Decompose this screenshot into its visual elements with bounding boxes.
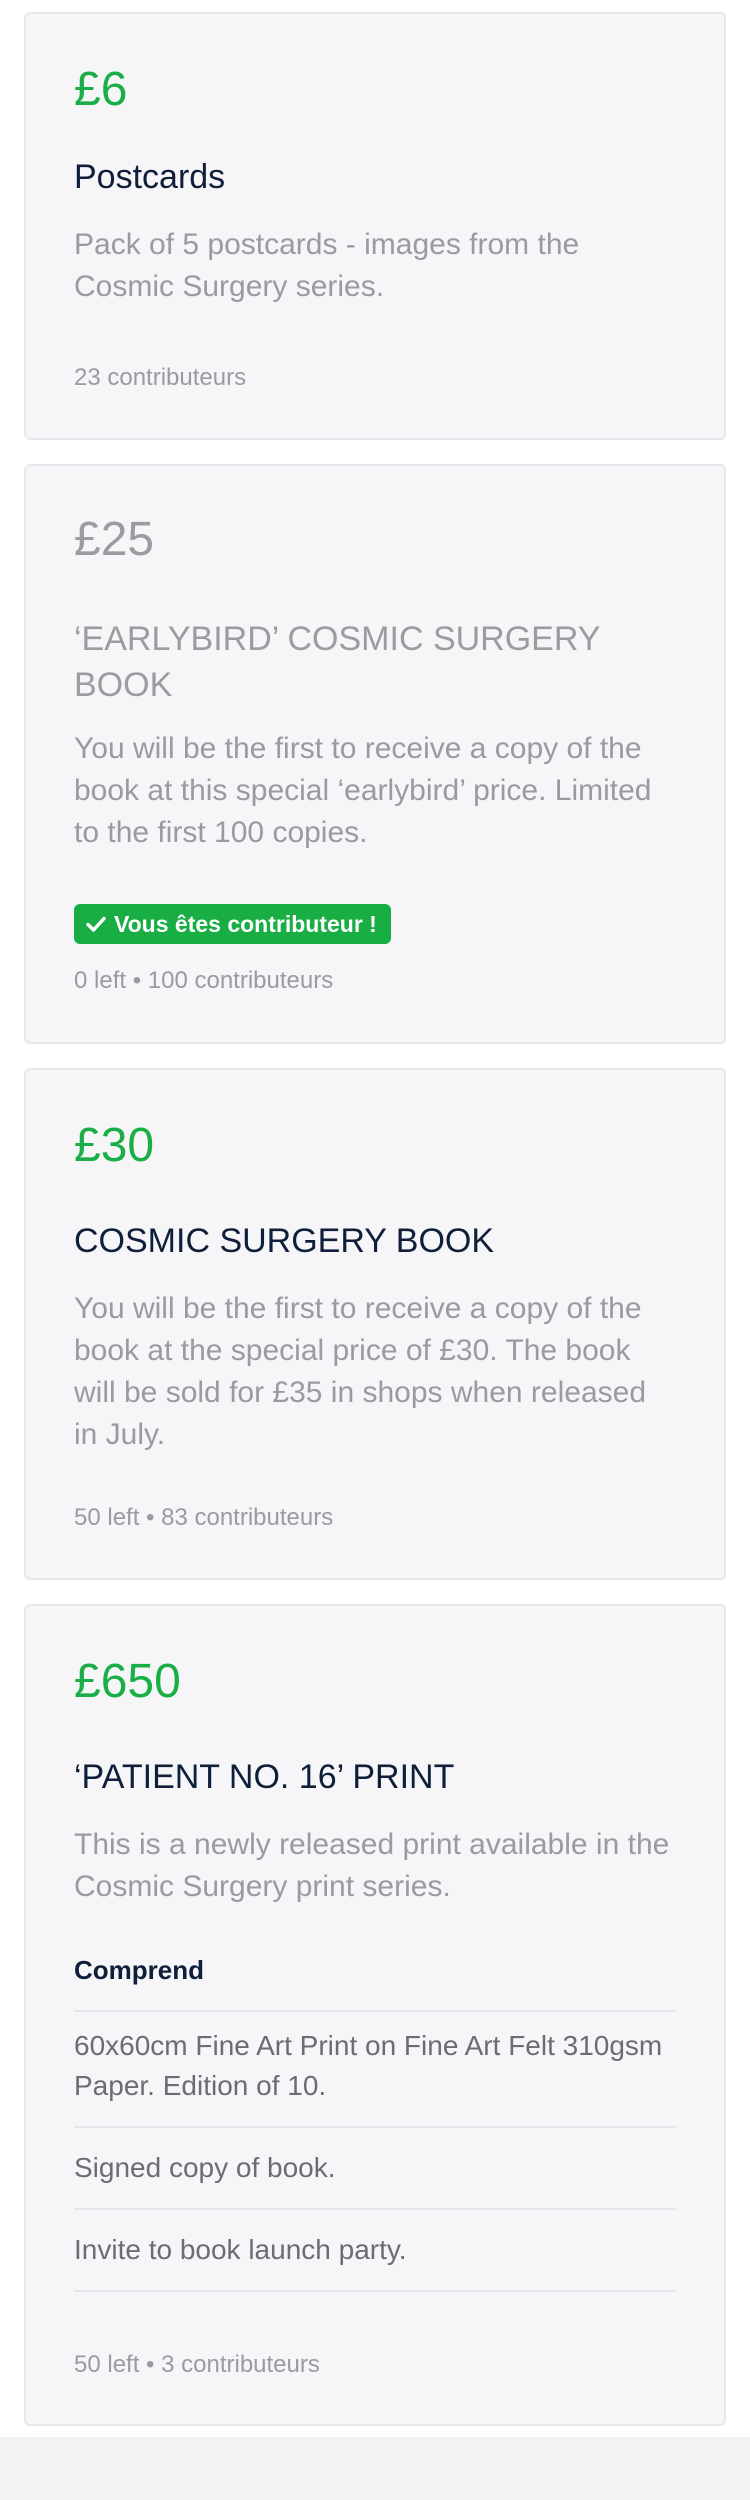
include-item: 60x60cm Fine Art Print on Fine Art Felt … [74, 2010, 676, 2126]
reward-meta: 50 left • 3 contributeurs [74, 2351, 320, 2378]
reward-description: This is a newly released print available… [74, 1828, 670, 1903]
reward-price: £30 [74, 1119, 155, 1172]
badge-label: Vous êtes contributeur ! [114, 911, 377, 937]
reward-description: Pack of 5 postcards - images from the Co… [74, 228, 580, 303]
reward-meta: 50 left • 83 contributeurs [74, 1504, 334, 1531]
contributor-badge: Vous êtes contributeur ! [74, 904, 391, 944]
reward-card-patient-print[interactable]: £650 ‘PATIENT NO. 16’ PRINT This is a ne… [24, 1604, 726, 2426]
reward-card-cosmic-surgery-book[interactable]: £30 COSMIC SURGERY BOOK You will be the … [24, 1068, 726, 1580]
include-item: Invite to book launch party. [74, 2208, 676, 2292]
reward-price: £6 [74, 63, 128, 116]
reward-description: You will be the first to receive a copy … [74, 732, 652, 849]
reward-price: £650 [74, 1655, 181, 1708]
reward-card-earlybird-book: £25 ‘EARLYBIRD’ COSMIC SURGERY BOOK You … [24, 464, 726, 1044]
reward-title: Postcards [74, 158, 226, 196]
reward-title: ‘PATIENT NO. 16’ PRINT [74, 1758, 455, 1796]
reward-price: £25 [74, 513, 155, 566]
check-icon [86, 916, 106, 932]
reward-description: You will be the first to receive a copy … [74, 1292, 647, 1451]
includes-heading: Comprend [74, 1955, 204, 1985]
reward-meta: 0 left • 100 contributeurs [74, 967, 334, 994]
reward-card-postcards[interactable]: £6 Postcards Pack of 5 postcards - image… [24, 12, 726, 440]
reward-title: ‘EARLYBIRD’ COSMIC SURGERY BOOK [74, 620, 600, 704]
reward-title: COSMIC SURGERY BOOK [74, 1222, 495, 1260]
include-item: Signed copy of book. [74, 2126, 676, 2208]
rewards-page: £6 Postcards Pack of 5 postcards - image… [0, 0, 750, 2500]
includes-list: 60x60cm Fine Art Print on Fine Art Felt … [74, 2010, 676, 2292]
reward-meta: 23 contributeurs [74, 364, 247, 391]
